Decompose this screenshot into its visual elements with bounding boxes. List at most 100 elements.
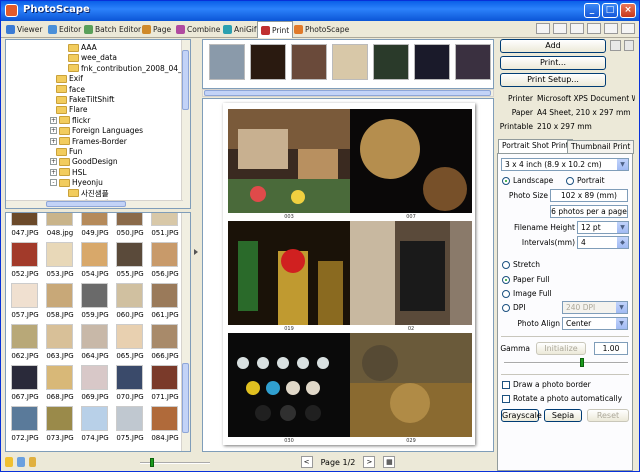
tab-portrait-shot-print[interactable]: Portrait Shot Print <box>498 139 573 154</box>
strip-photo[interactable] <box>373 44 409 80</box>
file-thumbnail[interactable]: 063.JPG <box>43 324 77 364</box>
filename-height-select[interactable]: 12 pt ▼ <box>577 221 629 234</box>
tree-vertical-scrollbar[interactable] <box>181 40 190 208</box>
panel-splitter[interactable] <box>193 39 199 453</box>
dpi-select[interactable]: 240 DPI ▼ <box>562 301 628 314</box>
strip-photo[interactable] <box>250 44 286 80</box>
strip-photo[interactable] <box>332 44 368 80</box>
draw-border-checkbox[interactable]: Draw a photo border <box>502 380 591 389</box>
tree-item[interactable]: Fun <box>56 146 82 157</box>
file-thumbnail[interactable]: 067.JPG <box>8 365 42 405</box>
file-thumbnail[interactable]: 066.JPG <box>148 324 182 364</box>
toolbar-icon-4[interactable] <box>587 23 601 34</box>
gamma-slider-knob[interactable] <box>580 358 584 367</box>
file-thumbnail[interactable]: 051.JPG <box>148 213 182 241</box>
expand-toggle-icon[interactable]: + <box>50 137 57 145</box>
file-thumbnail[interactable]: 054.JPG <box>78 242 112 282</box>
strip-photo[interactable] <box>209 44 245 80</box>
tree-item[interactable]: + HSL <box>50 167 87 178</box>
grid-scroll-thumb[interactable] <box>182 363 189 433</box>
tree-item[interactable]: + flickr <box>50 115 90 126</box>
portrait-radio[interactable]: Portrait <box>566 176 605 185</box>
tab-page[interactable]: Page <box>139 22 174 37</box>
thumb-size-slider[interactable] <box>140 457 211 467</box>
file-thumbnail[interactable]: 057.JPG <box>8 283 42 323</box>
file-thumbnail[interactable]: 058.JPG <box>43 283 77 323</box>
sepia-button[interactable]: Sepia <box>544 409 582 422</box>
file-thumbnail[interactable]: 070.JPG <box>113 365 147 405</box>
print-button[interactable]: Print... <box>500 56 606 70</box>
intervals-stepper[interactable]: 4 ◆ <box>577 236 629 249</box>
toolbar-icon-1[interactable] <box>536 23 550 34</box>
tree-item[interactable]: AAA <box>68 42 97 53</box>
strip-photo[interactable] <box>291 44 327 80</box>
tree-item[interactable]: + Foreign Languages <box>50 125 143 136</box>
folder-icon[interactable] <box>28 457 37 467</box>
tree-hscroll-thumb[interactable] <box>46 201 126 207</box>
strip-photo[interactable] <box>455 44 491 80</box>
add-button[interactable]: Add <box>500 39 606 53</box>
file-thumbnail[interactable]: 062.JPG <box>8 324 42 364</box>
toolbar-icon-3[interactable] <box>570 23 584 34</box>
expand-toggle-icon[interactable]: + <box>50 116 57 124</box>
preview-photo-1[interactable] <box>228 109 350 213</box>
expand-toggle-icon[interactable]: - <box>50 179 57 187</box>
file-thumbnail[interactable]: 075.JPG <box>113 406 147 446</box>
toolbar-icon-2[interactable] <box>553 23 567 34</box>
file-thumbnail[interactable]: 072.JPG <box>8 406 42 446</box>
file-thumbnail[interactable]: 059.JPG <box>78 283 112 323</box>
file-thumbnail[interactable]: 053.JPG <box>43 242 77 282</box>
preview-photo-5[interactable] <box>228 333 350 437</box>
print-size-select[interactable]: 3 x 4 inch (8.9 x 10.2 cm) ▼ <box>501 158 629 171</box>
tab-print[interactable]: Print <box>257 21 294 38</box>
toolbar-icon-5[interactable] <box>604 23 618 34</box>
gamma-slider[interactable] <box>504 358 628 368</box>
folder-tree[interactable]: AAA wee_data fnk_contribution_2008_04_... E… <box>5 39 191 209</box>
stretch-radio[interactable]: Stretch <box>502 260 540 269</box>
file-thumbnail[interactable]: 060.JPG <box>113 283 147 323</box>
next-page-button[interactable]: > <box>363 456 376 468</box>
landscape-radio[interactable]: Landscape <box>502 176 553 185</box>
star-icon[interactable] <box>5 457 13 467</box>
grid-icon[interactable] <box>610 40 621 51</box>
expand-toggle-icon[interactable]: + <box>50 168 57 176</box>
initialize-button[interactable]: Initialize <box>536 342 586 355</box>
file-thumbnail[interactable]: 068.JPG <box>43 365 77 405</box>
file-thumbnail[interactable]: 050.JPG <box>113 213 147 241</box>
tree-item[interactable]: fnk_contribution_2008_04_... <box>68 63 189 74</box>
tree-item[interactable]: + GoodDesign <box>50 156 118 167</box>
strip-scroll-thumb[interactable] <box>204 90 491 96</box>
file-thumbnail[interactable]: 073.JPG <box>43 406 77 446</box>
file-thumbnail-grid[interactable]: 047.JPG 048.jpg 049.JPG 050.JPG 051.JPG 052.J… <box>5 212 191 452</box>
file-thumbnail[interactable]: 065.JPG <box>113 324 147 364</box>
strip-photo[interactable] <box>414 44 450 80</box>
close-button[interactable]: × <box>620 3 636 18</box>
trash-icon[interactable] <box>624 40 634 51</box>
tree-item[interactable]: Flare <box>56 104 88 115</box>
toolbar-icon-6[interactable] <box>621 23 635 34</box>
file-thumbnail[interactable]: 055.JPG <box>113 242 147 282</box>
selected-photos-strip[interactable] <box>202 39 494 89</box>
file-thumbnail[interactable]: 074.JPG <box>78 406 112 446</box>
file-thumbnail[interactable]: 064.JPG <box>78 324 112 364</box>
file-thumbnail[interactable]: 047.JPG <box>8 213 42 241</box>
tab-thumbnail-print[interactable]: Thumbnail Print <box>567 140 635 154</box>
preview-photo-3[interactable] <box>228 221 350 325</box>
tab-editor[interactable]: Editor <box>45 22 84 37</box>
tree-item[interactable]: wee_data <box>68 52 117 63</box>
file-thumbnail[interactable]: 071.JPG <box>148 365 182 405</box>
file-thumbnail[interactable]: 084.JPG <box>148 406 182 446</box>
tree-item[interactable]: Exif <box>56 73 83 84</box>
tree-item[interactable]: face <box>56 84 85 95</box>
grid-vertical-scrollbar[interactable] <box>181 213 190 451</box>
file-thumbnail[interactable]: 052.JPG <box>8 242 42 282</box>
tab-photoscape[interactable]: PhotoScape <box>291 22 352 37</box>
thumb-size-knob[interactable] <box>150 458 155 467</box>
preview-photo-4[interactable] <box>350 221 472 325</box>
dpi-radio[interactable]: DPI <box>502 303 526 312</box>
splitter-arrow-icon[interactable] <box>194 249 198 255</box>
image-full-radio[interactable]: Image Full <box>502 289 552 298</box>
expand-toggle-icon[interactable]: + <box>50 127 57 135</box>
preview-photo-2[interactable] <box>350 109 472 213</box>
tree-item[interactable]: 사진샘플 <box>68 188 109 199</box>
